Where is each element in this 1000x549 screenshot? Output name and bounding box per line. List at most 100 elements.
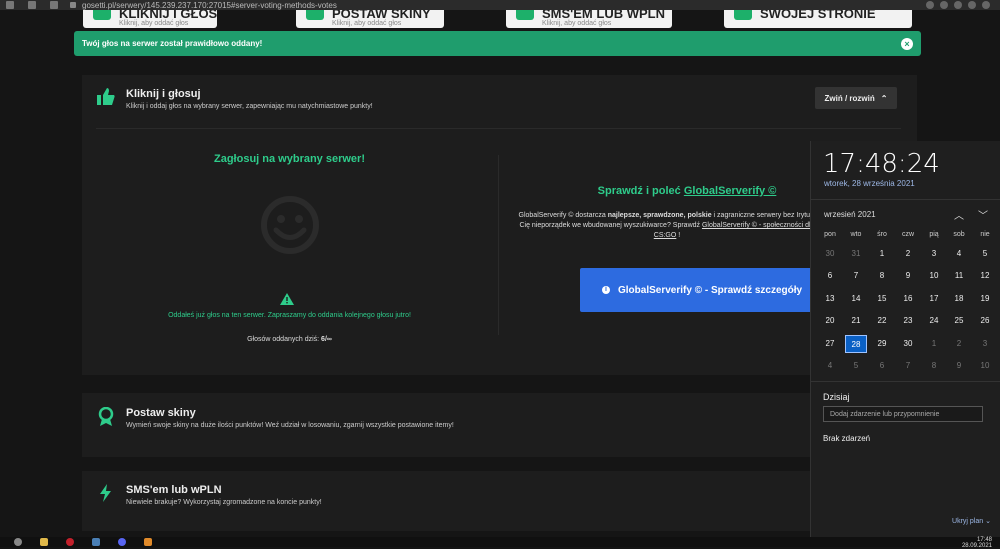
divider — [96, 128, 901, 129]
calendar-day[interactable]: 22 — [871, 312, 893, 330]
cube-icon[interactable] — [968, 1, 976, 9]
gs-desc-part: ! — [678, 232, 681, 239]
reload-icon[interactable] — [50, 1, 58, 9]
close-icon[interactable]: × — [901, 38, 913, 50]
calendar-day[interactable]: 7 — [845, 267, 867, 285]
calendar-month[interactable]: wrzesień 2021 — [824, 210, 876, 219]
gs-desc-part: GlobalServerify © dostarcza — [518, 212, 608, 219]
url-text[interactable]: gosetti.pl/serwery/145.239.237.170:27015… — [82, 1, 337, 10]
skins-card[interactable]: Postaw skiny Wymień swoje skiny na duże … — [82, 393, 917, 457]
nav-tile-sub: Kliknij, aby oddać głos — [119, 20, 189, 27]
calendar-day[interactable]: 2 — [948, 335, 970, 353]
calendar-day[interactable]: 3 — [974, 335, 996, 353]
calendar-day[interactable]: 20 — [819, 312, 841, 330]
calendar-day[interactable]: 18 — [948, 290, 970, 308]
calendar-day[interactable]: 27 — [819, 335, 841, 353]
gs-desc-bold: najlepsze, sprawdzone, polskie — [607, 212, 712, 219]
calendar-day[interactable]: 2 — [897, 245, 919, 263]
calendar-day[interactable]: 7 — [897, 357, 919, 375]
calendar-day[interactable]: 4 — [819, 357, 841, 375]
vote-heading: Zagłosuj na wybrany serwer! — [214, 153, 365, 165]
calendar-day[interactable]: 5 — [974, 245, 996, 263]
calendar-day[interactable]: 26 — [974, 312, 996, 330]
calendar-day[interactable]: 17 — [923, 290, 945, 308]
calendar-day[interactable]: 8 — [871, 267, 893, 285]
heart-icon[interactable] — [954, 1, 962, 9]
chevron-down-icon[interactable]: ﹀ — [978, 207, 988, 222]
clock-time: 17:48:24 — [823, 149, 940, 179]
calendar-day[interactable]: 9 — [897, 267, 919, 285]
collapse-toggle-button[interactable]: Zwiń / rozwiń ⌃ — [815, 87, 897, 109]
nav-tile-sub: Kliknij, aby oddać głos — [542, 20, 612, 27]
gs-button-label: GlobalServerify © - Sprawdź szczegóły — [618, 284, 803, 296]
weekday-label: wto — [850, 231, 862, 238]
votes-today-label: Głosów oddanych dziś: — [247, 336, 320, 343]
calendar-day[interactable]: 1 — [871, 245, 893, 263]
calendar-day[interactable]: 19 — [974, 290, 996, 308]
no-events-text: Brak zdarzeń — [823, 434, 871, 443]
csgo-icon[interactable] — [144, 538, 152, 546]
globalserverify-details-button[interactable]: i GlobalServerify © - Sprawdź szczegóły — [580, 268, 820, 312]
menu-icon[interactable] — [982, 1, 990, 9]
calendar-day[interactable]: 31 — [845, 245, 867, 263]
chevron-down-icon: ⌄ — [985, 518, 991, 525]
weekday-label: sob — [953, 231, 965, 238]
calendar-day[interactable]: 13 — [819, 290, 841, 308]
calendar-day[interactable]: 9 — [948, 357, 970, 375]
calendar-day[interactable]: 30 — [897, 335, 919, 353]
gs-heading-link[interactable]: GlobalServerify © — [684, 185, 776, 197]
folder-icon[interactable] — [40, 538, 48, 546]
calendar-day[interactable]: 12 — [974, 267, 996, 285]
calendar-day[interactable]: 10 — [923, 267, 945, 285]
nav-tile-vote[interactable]: KLIKNIJ I GŁOSUJ Kliknij, aby oddać głos — [83, 10, 217, 28]
chevron-up-icon: ⌃ — [880, 93, 888, 103]
camera-icon[interactable] — [926, 1, 934, 9]
calendar-day[interactable]: 6 — [871, 357, 893, 375]
nav-tile-skins[interactable]: POSTAW SKINY Kliknij, aby oddać głos — [296, 10, 444, 28]
discord-icon[interactable] — [118, 538, 126, 546]
calendar-day[interactable]: 8 — [923, 357, 945, 375]
card-subtitle: Kliknij i oddaj głos na wybrany serwer, … — [126, 103, 373, 110]
chevron-up-icon[interactable]: ︿ — [954, 207, 964, 222]
calendar-day[interactable]: 10 — [974, 357, 996, 375]
calendar-flyout: 17:48:24 wtorek, 28 września 2021 wrzesi… — [810, 141, 1000, 537]
calendar-day[interactable]: 30 — [819, 245, 841, 263]
divider-vertical — [498, 155, 499, 335]
calendar-day[interactable]: 21 — [845, 312, 867, 330]
opera-icon[interactable] — [66, 538, 74, 546]
extension-icon[interactable] — [940, 1, 948, 9]
calendar-day[interactable]: 5 — [845, 357, 867, 375]
calendar-day[interactable]: 15 — [871, 290, 893, 308]
smiley-icon — [261, 196, 319, 254]
address-bar[interactable]: gosetti.pl/serwery/145.239.237.170:27015… — [0, 0, 1000, 10]
sms-card[interactable]: SMS'em lub wPLN Niewiele brakuje? Wykorz… — [82, 471, 917, 531]
calendar-day[interactable]: 14 — [845, 290, 867, 308]
nav-tile-sms[interactable]: SMS'EM LUB WPLN Kliknij, aby oddać głos — [506, 10, 672, 28]
calendar-day[interactable]: 28 — [845, 335, 867, 353]
calendar-day[interactable]: 11 — [948, 267, 970, 285]
nav-tile-website[interactable]: SWOJEJ STRONIE — [724, 10, 912, 28]
bolt-icon — [516, 10, 534, 20]
calendar-day[interactable]: 16 — [897, 290, 919, 308]
back-icon[interactable] — [6, 1, 14, 9]
calendar-day[interactable]: 29 — [871, 335, 893, 353]
add-event-input[interactable]: Dodaj zdarzenie lub przypomnienie — [823, 406, 983, 422]
calendar-day[interactable]: 3 — [923, 245, 945, 263]
forward-icon[interactable] — [28, 1, 36, 9]
clock-date[interactable]: wtorek, 28 września 2021 — [824, 179, 915, 188]
steam-icon[interactable] — [92, 538, 100, 546]
calendar-day[interactable]: 24 — [923, 312, 945, 330]
card-title: SMS'em lub wPLN — [126, 484, 222, 496]
hide-plan-button[interactable]: Ukryj plan ⌄ — [952, 517, 991, 525]
vote-card: Kliknij i głosuj Kliknij i oddaj głos na… — [82, 75, 917, 375]
calendar-day[interactable]: 4 — [948, 245, 970, 263]
search-icon[interactable] — [14, 538, 22, 546]
calendar-day[interactable]: 25 — [948, 312, 970, 330]
hide-plan-label: Ukryj plan — [952, 518, 984, 525]
calendar-day[interactable]: 1 — [923, 335, 945, 353]
toggle-label: Zwiń / rozwiń — [824, 93, 875, 103]
taskbar-clock[interactable]: 17:48 28.09.2021 — [962, 537, 992, 549]
thumbs-up-icon — [97, 88, 115, 105]
calendar-day[interactable]: 23 — [897, 312, 919, 330]
calendar-day[interactable]: 6 — [819, 267, 841, 285]
